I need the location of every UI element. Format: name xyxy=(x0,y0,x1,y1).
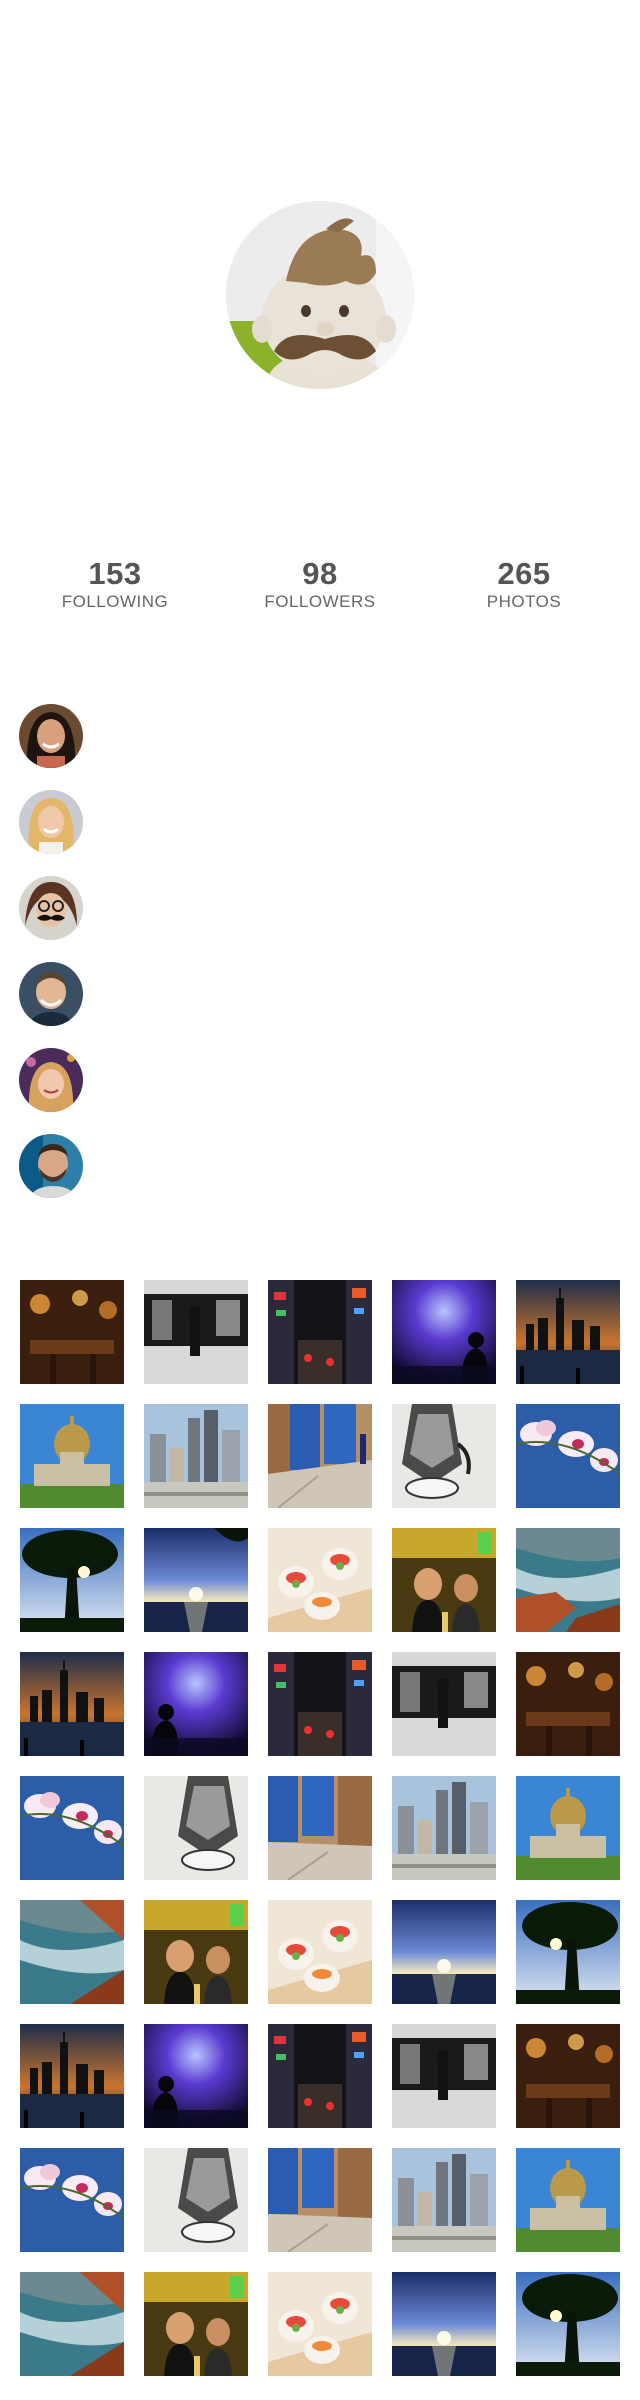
photo-tile[interactable] xyxy=(144,1404,248,1508)
photo-tile[interactable] xyxy=(268,1280,372,1384)
photo-grid xyxy=(20,1280,620,2380)
profile-page: 153 FOLLOWING 98 FOLLOWERS 265 PHOTOS xyxy=(0,0,640,2400)
profile-avatar[interactable] xyxy=(226,201,414,389)
photo-tile[interactable] xyxy=(144,1280,248,1384)
photo-tile[interactable] xyxy=(20,1280,124,1384)
photo-tile[interactable] xyxy=(516,1404,620,1508)
photo-tile[interactable] xyxy=(392,1652,496,1756)
photo-tile[interactable] xyxy=(144,2148,248,2252)
photo-tile[interactable] xyxy=(516,1900,620,2004)
photo-tile[interactable] xyxy=(144,1900,248,2004)
stat-following-count: 153 xyxy=(88,556,142,591)
photo-tile[interactable] xyxy=(516,1280,620,1384)
photo-tile[interactable] xyxy=(392,1776,496,1880)
stat-following[interactable]: 153 FOLLOWING xyxy=(15,556,215,612)
stat-followers[interactable]: 98 FOLLOWERS xyxy=(220,556,420,612)
photo-tile[interactable] xyxy=(392,2272,496,2376)
friend-avatar[interactable] xyxy=(19,1134,83,1198)
friend-avatar[interactable] xyxy=(19,962,83,1026)
photo-tile[interactable] xyxy=(392,2148,496,2252)
photo-tile[interactable] xyxy=(516,2024,620,2128)
photo-tile[interactable] xyxy=(516,2148,620,2252)
photo-tile[interactable] xyxy=(268,1900,372,2004)
photo-tile[interactable] xyxy=(392,1900,496,2004)
friend-avatar[interactable] xyxy=(19,876,83,940)
photo-tile[interactable] xyxy=(268,2272,372,2376)
photo-tile[interactable] xyxy=(144,2024,248,2128)
photo-tile[interactable] xyxy=(20,1900,124,2004)
stat-followers-label: FOLLOWERS xyxy=(264,592,376,611)
photo-tile[interactable] xyxy=(268,1404,372,1508)
photo-tile[interactable] xyxy=(268,2148,372,2252)
photo-tile[interactable] xyxy=(516,2272,620,2376)
photo-tile[interactable] xyxy=(392,2024,496,2128)
photo-tile[interactable] xyxy=(268,1652,372,1756)
photo-tile[interactable] xyxy=(516,1776,620,1880)
friend-avatar[interactable] xyxy=(19,1048,83,1112)
photo-tile[interactable] xyxy=(516,1652,620,1756)
photo-tile[interactable] xyxy=(392,1404,496,1508)
photo-tile[interactable] xyxy=(144,1528,248,1632)
photo-tile[interactable] xyxy=(516,1528,620,1632)
stat-photos-count: 265 xyxy=(497,556,551,591)
stat-following-label: FOLLOWING xyxy=(61,592,169,611)
photo-tile[interactable] xyxy=(268,1528,372,1632)
profile-stats: 153 FOLLOWING 98 FOLLOWERS 265 PHOTOS xyxy=(0,556,640,626)
photo-tile[interactable] xyxy=(20,2272,124,2376)
friend-avatar[interactable] xyxy=(19,704,83,768)
friend-avatar[interactable] xyxy=(19,790,83,854)
stat-photos[interactable]: 265 PHOTOS xyxy=(424,556,624,612)
photo-tile[interactable] xyxy=(268,2024,372,2128)
stat-photos-label: PHOTOS xyxy=(486,592,562,611)
photo-tile[interactable] xyxy=(392,1528,496,1632)
photo-tile[interactable] xyxy=(20,1776,124,1880)
photo-tile[interactable] xyxy=(144,2272,248,2376)
photo-tile[interactable] xyxy=(392,1280,496,1384)
photo-tile[interactable] xyxy=(20,1652,124,1756)
photo-tile[interactable] xyxy=(20,1404,124,1508)
photo-tile[interactable] xyxy=(20,2024,124,2128)
photo-tile[interactable] xyxy=(268,1776,372,1880)
photo-tile[interactable] xyxy=(144,1776,248,1880)
photo-tile[interactable] xyxy=(144,1652,248,1756)
stat-followers-count: 98 xyxy=(302,556,338,591)
photo-tile[interactable] xyxy=(20,1528,124,1632)
photo-tile[interactable] xyxy=(20,2148,124,2252)
